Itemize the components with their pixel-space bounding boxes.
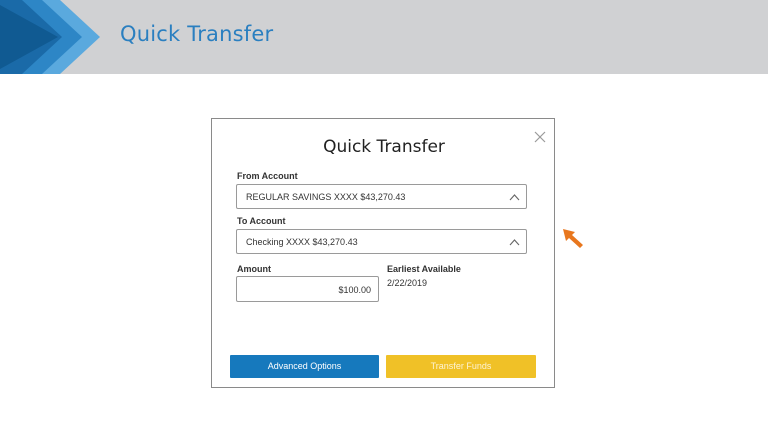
header-banner: Quick Transfer — [0, 0, 768, 74]
earliest-available-label: Earliest Available — [387, 264, 461, 274]
banner-chevron-graphic — [0, 0, 100, 74]
advanced-options-button[interactable]: Advanced Options — [230, 355, 379, 378]
from-account-select[interactable]: REGULAR SAVINGS XXXX $43,270.43 — [236, 184, 527, 209]
arrow-pointer-icon — [563, 229, 583, 248]
amount-label: Amount — [237, 264, 271, 274]
page-title: Quick Transfer — [120, 22, 274, 46]
earliest-available-date: 2/22/2019 — [387, 278, 428, 288]
to-account-value: Checking XXXX $43,270.43 — [246, 237, 358, 247]
amount-input[interactable]: $100.00 — [236, 276, 379, 302]
transfer-funds-button[interactable]: Transfer Funds — [386, 355, 536, 378]
dialog-title: Quick Transfer — [323, 137, 445, 157]
from-account-value: REGULAR SAVINGS XXXX $43,270.43 — [246, 192, 406, 202]
chevron-up-icon — [509, 194, 520, 201]
quick-transfer-dialog: Quick Transfer From Account REGULAR SAVI… — [211, 118, 555, 388]
to-account-label: To Account — [237, 216, 286, 226]
from-account-label: From Account — [237, 171, 298, 181]
amount-value: $100.00 — [338, 285, 371, 295]
to-account-select[interactable]: Checking XXXX $43,270.43 — [236, 229, 527, 254]
chevron-up-icon — [509, 239, 520, 246]
